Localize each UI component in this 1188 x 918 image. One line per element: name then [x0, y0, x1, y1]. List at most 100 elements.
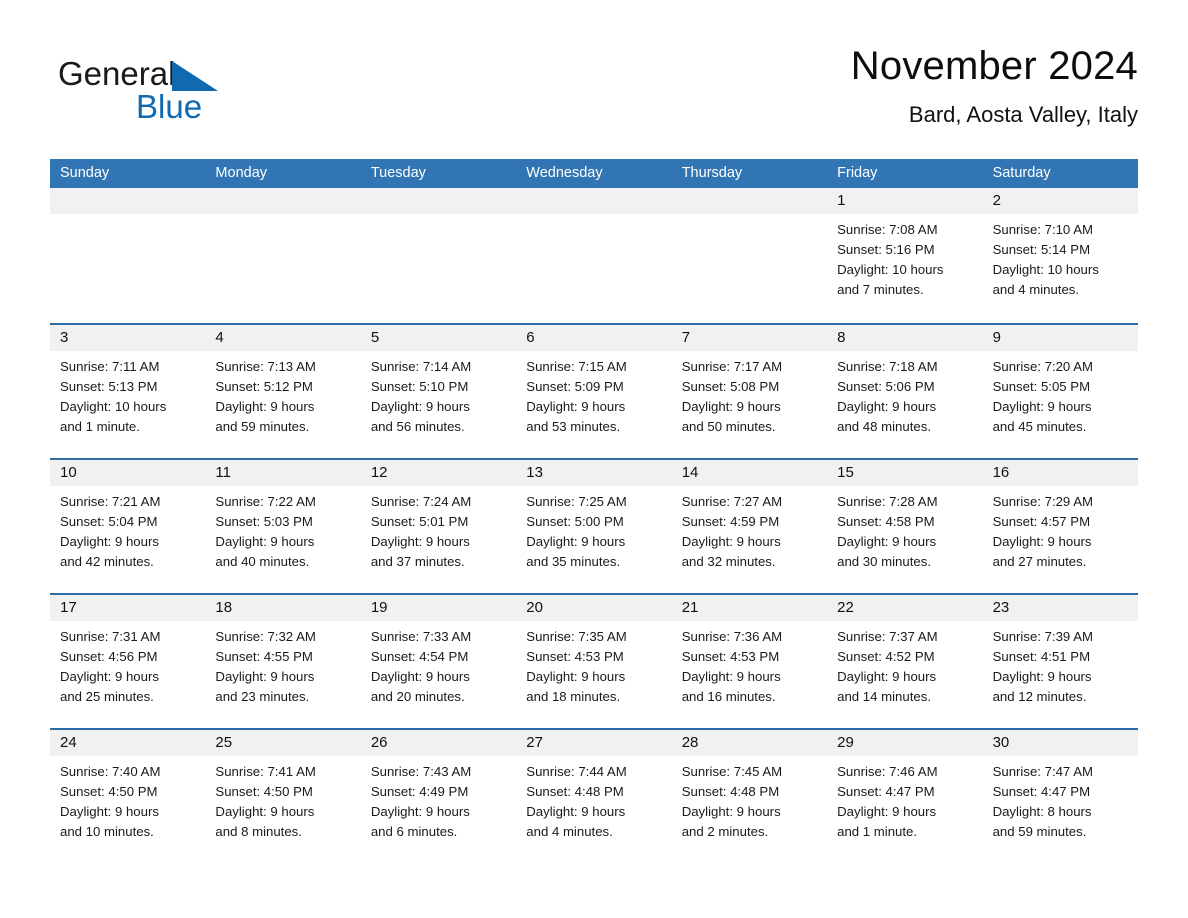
- day-details: [361, 214, 516, 220]
- calendar-day-cell[interactable]: 8 Sunrise: 7:18 AM Sunset: 5:06 PM Daylight…: [827, 325, 983, 458]
- calendar-day-cell[interactable]: 25 Sunrise: 7:41 AM Sunset: 4:50 PM Dayligh…: [205, 730, 361, 863]
- calendar-day-cell[interactable]: 14 Sunrise: 7:27 AM Sunset: 4:59 PM Dayligh…: [671, 460, 828, 593]
- daylight-text: and 14 minutes.: [837, 689, 931, 704]
- day-number: 13: [516, 460, 672, 486]
- daylight-text: Daylight: 10 hours: [992, 262, 1099, 277]
- sunrise-text: Sunrise: 7:18 AM: [837, 359, 938, 374]
- calendar-day-cell[interactable]: 2 Sunrise: 7:10 AM Sunset: 5:14 PM Daylight…: [982, 188, 1138, 323]
- day-details: Sunrise: 7:37 AM Sunset: 4:52 PM Daylight:…: [827, 621, 982, 707]
- sunrise-text: Sunrise: 7:11 AM: [60, 359, 160, 374]
- weekday-header-saturday: Saturday: [992, 165, 1051, 181]
- calendar-day-cell[interactable]: 29 Sunrise: 7:46 AM Sunset: 4:47 PM Dayligh…: [827, 730, 983, 863]
- daylight-text: Daylight: 9 hours: [215, 399, 315, 414]
- sunrise-text: Sunrise: 7:27 AM: [681, 494, 783, 509]
- daylight-text: Daylight: 9 hours: [526, 534, 626, 549]
- page-subtitle: Bard, Aosta Valley, Italy: [908, 102, 1138, 127]
- daylight-text: Daylight: 8 hours: [992, 804, 1092, 819]
- logo-line-two: Blue: [58, 88, 318, 133]
- weekday-header-monday: Monday: [215, 165, 268, 181]
- daylight-text: Daylight: 9 hours: [992, 669, 1092, 684]
- calendar-day-cell[interactable]: 10 Sunrise: 7:21 AM Sunset: 5:04 PM Dayligh…: [50, 460, 206, 593]
- calendar-day-cell[interactable]: 26 Sunrise: 7:43 AM Sunset: 4:49 PM Dayligh…: [360, 730, 517, 863]
- calendar-day-cell[interactable]: 16 Sunrise: 7:29 AM Sunset: 4:57 PM Dayligh…: [982, 460, 1138, 593]
- calendar-day-cell[interactable]: 21 Sunrise: 7:36 AM Sunset: 4:53 PM Dayligh…: [671, 595, 828, 728]
- daylight-text: Daylight: 9 hours: [526, 804, 626, 819]
- daylight-text: and 4 minutes.: [992, 282, 1080, 297]
- calendar-day-cell[interactable]: 4 Sunrise: 7:13 AM Sunset: 5:12 PM Daylight…: [205, 325, 361, 458]
- calendar-day-cell[interactable]: 12 Sunrise: 7:24 AM Sunset: 5:01 PM Dayligh…: [360, 460, 517, 593]
- sunrise-text: Sunrise: 7:32 AM: [215, 629, 316, 644]
- sunrise-text: Sunrise: 7:37 AM: [837, 629, 938, 644]
- daylight-text: and 25 minutes.: [60, 689, 154, 704]
- generalblue-logo[interactable]: General Blue: [58, 54, 318, 134]
- weekday-header-tuesday: Tuesday: [370, 165, 426, 181]
- calendar-day-cell[interactable]: 13 Sunrise: 7:25 AM Sunset: 5:00 PM Dayligh…: [516, 460, 672, 593]
- day-number: 18: [205, 595, 361, 621]
- calendar-day-cell[interactable]: 9 Sunrise: 7:20 AM Sunset: 5:05 PM Daylight…: [982, 325, 1138, 458]
- calendar-day-cell[interactable]: 23 Sunrise: 7:39 AM Sunset: 4:51 PM Dayligh…: [982, 595, 1138, 728]
- calendar-day-cell[interactable]: 3 Sunrise: 7:11 AM Sunset: 5:13 PM Daylight…: [50, 325, 206, 458]
- calendar-day-cell[interactable]: 20 Sunrise: 7:35 AM Sunset: 4:53 PM Dayligh…: [516, 595, 672, 728]
- calendar-day-cell[interactable]: 22 Sunrise: 7:37 AM Sunset: 4:52 PM Dayligh…: [827, 595, 983, 728]
- sunset-text: Sunset: 4:49 PM: [370, 784, 469, 799]
- daylight-text: and 59 minutes.: [215, 419, 310, 434]
- calendar-day-cell[interactable]: 30 Sunrise: 7:47 AM Sunset: 4:47 PM Dayligh…: [982, 730, 1138, 863]
- daylight-text: Daylight: 9 hours: [370, 804, 470, 819]
- sunset-text: Sunset: 4:59 PM: [681, 514, 780, 529]
- day-details: Sunrise: 7:35 AM Sunset: 4:53 PM Daylight:…: [516, 621, 671, 707]
- day-number: 8: [827, 325, 983, 351]
- sunrise-text: Sunrise: 7:35 AM: [526, 629, 627, 644]
- daylight-text: and 12 minutes.: [992, 689, 1087, 704]
- calendar-day-cell[interactable]: 11 Sunrise: 7:22 AM Sunset: 5:03 PM Dayligh…: [205, 460, 361, 593]
- calendar-day-cell[interactable]: 7 Sunrise: 7:17 AM Sunset: 5:08 PM Daylight…: [671, 325, 828, 458]
- daylight-text: and 48 minutes.: [837, 419, 931, 434]
- day-number: 11: [205, 460, 361, 486]
- daylight-text: and 6 minutes.: [370, 824, 458, 839]
- sunset-text: Sunset: 5:09 PM: [526, 379, 624, 394]
- sunrise-text: Sunrise: 7:10 AM: [992, 222, 1093, 237]
- calendar-day-cell[interactable]: 15 Sunrise: 7:28 AM Sunset: 4:58 PM Dayligh…: [827, 460, 983, 593]
- sunrise-text: Sunrise: 7:17 AM: [681, 359, 783, 374]
- sunrise-text: Sunrise: 7:21 AM: [60, 494, 161, 509]
- sunrise-text: Sunrise: 7:46 AM: [837, 764, 938, 779]
- daylight-text: and 8 minutes.: [215, 824, 302, 839]
- sunset-text: Sunset: 5:04 PM: [60, 514, 158, 529]
- day-number: 26: [360, 730, 517, 756]
- daylight-text: Daylight: 9 hours: [526, 399, 626, 414]
- daylight-text: and 18 minutes.: [526, 689, 621, 704]
- calendar-grid: Sunday Monday Tuesday Wednesday Thursday Frid…: [50, 159, 1138, 863]
- day-details: Sunrise: 7:21 AM Sunset: 5:04 PM Daylight:…: [50, 486, 205, 572]
- day-number: 28: [671, 730, 828, 756]
- sunset-text: Sunset: 4:56 PM: [60, 649, 158, 664]
- sunset-text: Sunset: 4:58 PM: [837, 514, 935, 529]
- sunrise-text: Sunrise: 7:13 AM: [215, 359, 316, 374]
- calendar-day-cell[interactable]: 18 Sunrise: 7:32 AM Sunset: 4:55 PM Dayligh…: [205, 595, 361, 728]
- daylight-text: Daylight: 9 hours: [60, 804, 159, 819]
- logo-word-general: General: [58, 55, 176, 92]
- calendar-day-cell[interactable]: 17 Sunrise: 7:31 AM Sunset: 4:56 PM Dayligh…: [50, 595, 206, 728]
- calendar-day-cell[interactable]: 24 Sunrise: 7:40 AM Sunset: 4:50 PM Dayligh…: [50, 730, 206, 863]
- daylight-text: and 4 minutes.: [526, 824, 613, 839]
- daylight-text: Daylight: 9 hours: [837, 399, 937, 414]
- calendar-day-cell[interactable]: 1 Sunrise: 7:08 AM Sunset: 5:16 PM Daylight…: [827, 188, 983, 323]
- sunrise-text: Sunrise: 7:31 AM: [60, 629, 161, 644]
- day-number: 1: [827, 188, 983, 214]
- day-number: 23: [982, 595, 1138, 621]
- calendar-day-cell[interactable]: 19 Sunrise: 7:33 AM Sunset: 4:54 PM Dayligh…: [360, 595, 517, 728]
- day-details: Sunrise: 7:27 AM Sunset: 4:59 PM Daylight:…: [672, 486, 827, 572]
- calendar-day-cell[interactable]: 28 Sunrise: 7:45 AM Sunset: 4:48 PM Dayligh…: [671, 730, 828, 863]
- daylight-text: Daylight: 9 hours: [992, 399, 1092, 414]
- daylight-text: and 23 minutes.: [215, 689, 310, 704]
- daylight-text: and 50 minutes.: [681, 419, 776, 434]
- day-details: Sunrise: 7:11 AM Sunset: 5:13 PM Daylight:…: [50, 351, 205, 437]
- calendar-cell-empty: [50, 188, 206, 323]
- calendar-day-cell[interactable]: 6 Sunrise: 7:15 AM Sunset: 5:09 PM Daylight…: [516, 325, 672, 458]
- calendar-week-row: 24 Sunrise: 7:40 AM Sunset: 4:50 PM Dayligh…: [50, 728, 1138, 863]
- daylight-text: and 45 minutes.: [992, 419, 1087, 434]
- day-number: 17: [50, 595, 206, 621]
- calendar-day-cell[interactable]: 5 Sunrise: 7:14 AM Sunset: 5:10 PM Daylight…: [360, 325, 517, 458]
- calendar-day-cell[interactable]: 27 Sunrise: 7:44 AM Sunset: 4:48 PM Dayligh…: [516, 730, 672, 863]
- calendar-week-row: 1 Sunrise: 7:08 AM Sunset: 5:16 PM Daylight…: [50, 188, 1138, 323]
- day-number: [50, 188, 206, 214]
- sunset-text: Sunset: 5:00 PM: [526, 514, 624, 529]
